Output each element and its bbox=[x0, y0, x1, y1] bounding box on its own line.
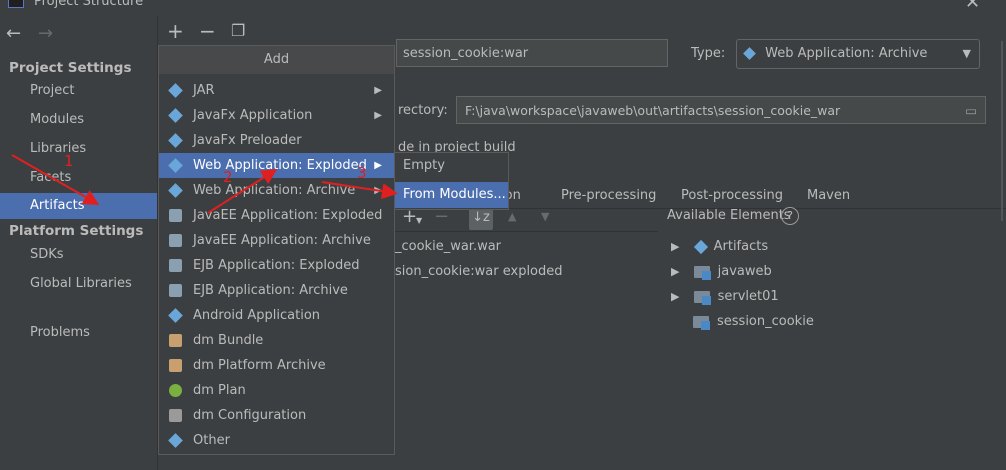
annotation-arrows bbox=[11, 154, 398, 214]
annotation-arrow-2 bbox=[207, 168, 278, 214]
annotation-1: 1 bbox=[64, 152, 74, 170]
annotation-arrow-3 bbox=[321, 181, 398, 200]
annotation-arrow-1 bbox=[11, 154, 100, 205]
annotation-2: 2 bbox=[223, 168, 233, 186]
annotation-3: 3 bbox=[357, 164, 367, 182]
